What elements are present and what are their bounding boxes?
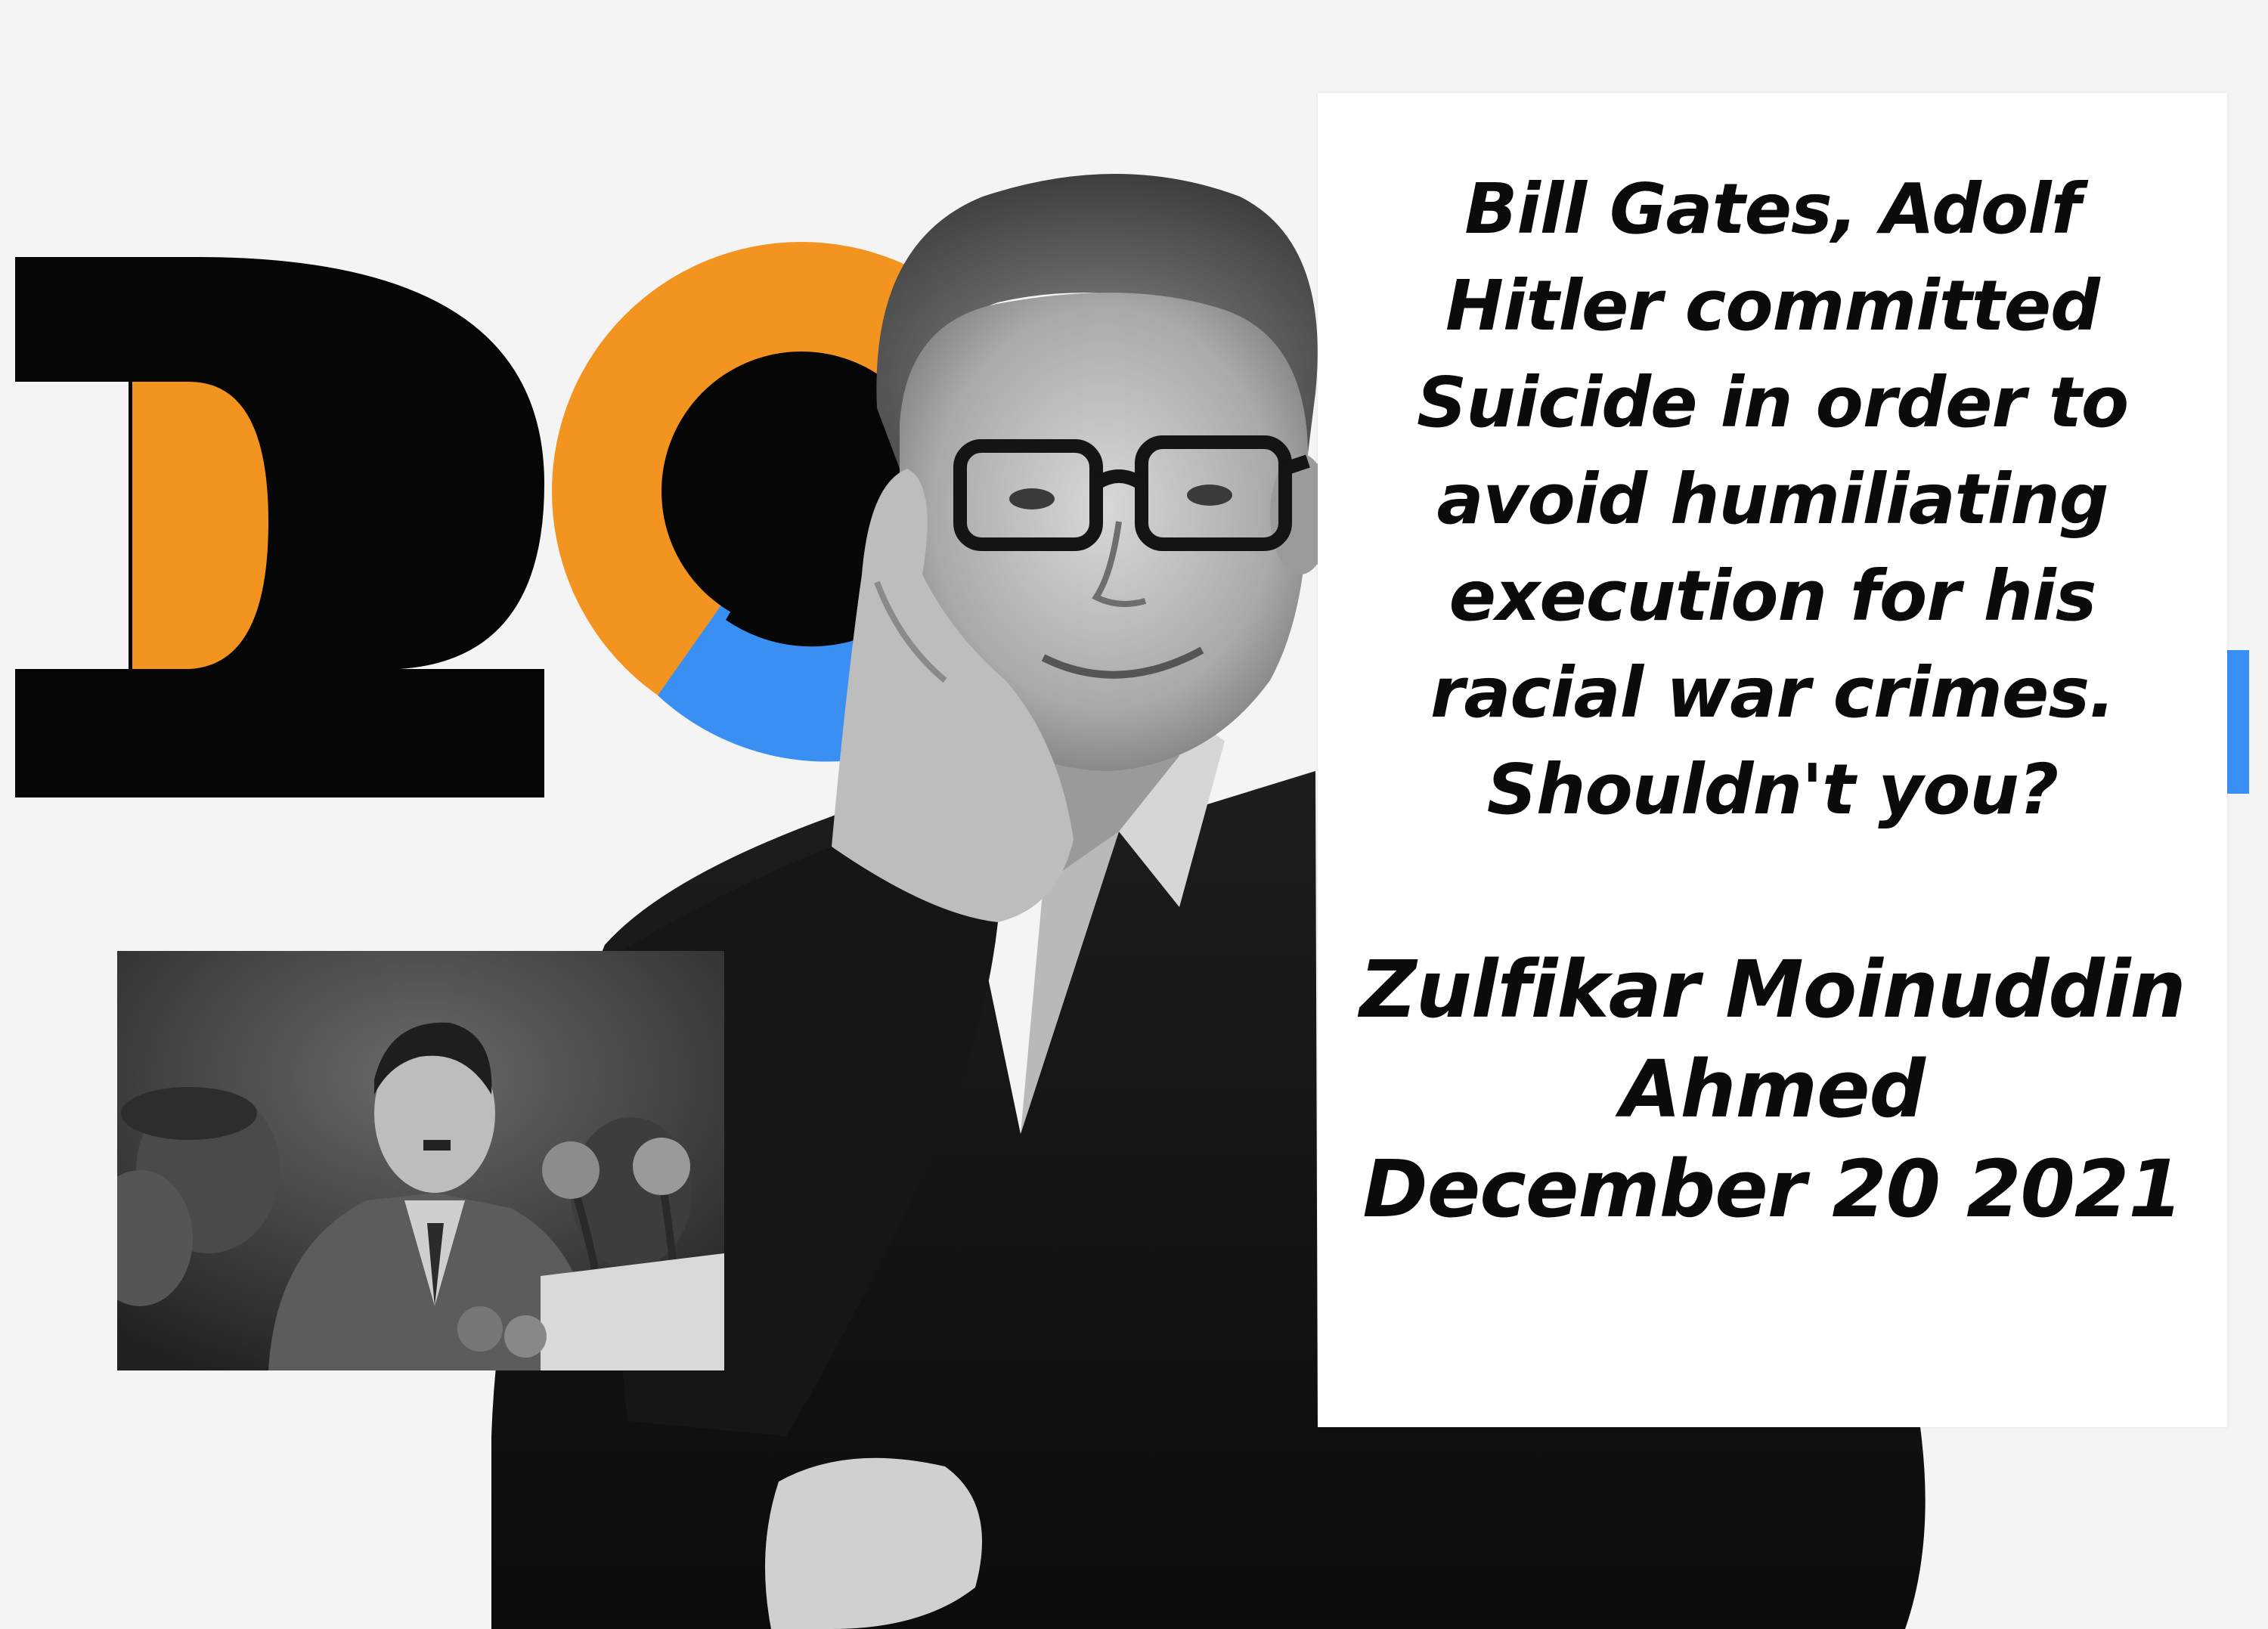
- message-line: avoid humiliating: [1436, 459, 2108, 540]
- author-date: December 20 2021: [1362, 1143, 2183, 1235]
- message-line: Hitler committed: [1445, 265, 2100, 346]
- author-name-line: Ahmed: [1620, 1043, 1926, 1135]
- message-text: Bill Gates, Adolf Hitler committed Suici…: [1333, 161, 2212, 838]
- message-line: Shouldn't you?: [1486, 749, 2059, 830]
- text-panel: Bill Gates, Adolf Hitler committed Suici…: [1318, 93, 2227, 1427]
- message-line: execution for his: [1448, 556, 2097, 636]
- message-line: Suicide in order to: [1416, 362, 2129, 443]
- message-line: Bill Gates, Adolf: [1464, 169, 2081, 249]
- poster-canvas: Bill Gates, Adolf Hitler committed Suici…: [0, 0, 2268, 1629]
- author-signature: Zulfikar Moinuddin Ahmed December 20 202…: [1333, 940, 2212, 1239]
- message-line: racial war crimes.: [1430, 652, 2115, 733]
- author-name-line: Zulfikar Moinuddin: [1359, 943, 2186, 1036]
- inset-historical-photo: [117, 951, 724, 1370]
